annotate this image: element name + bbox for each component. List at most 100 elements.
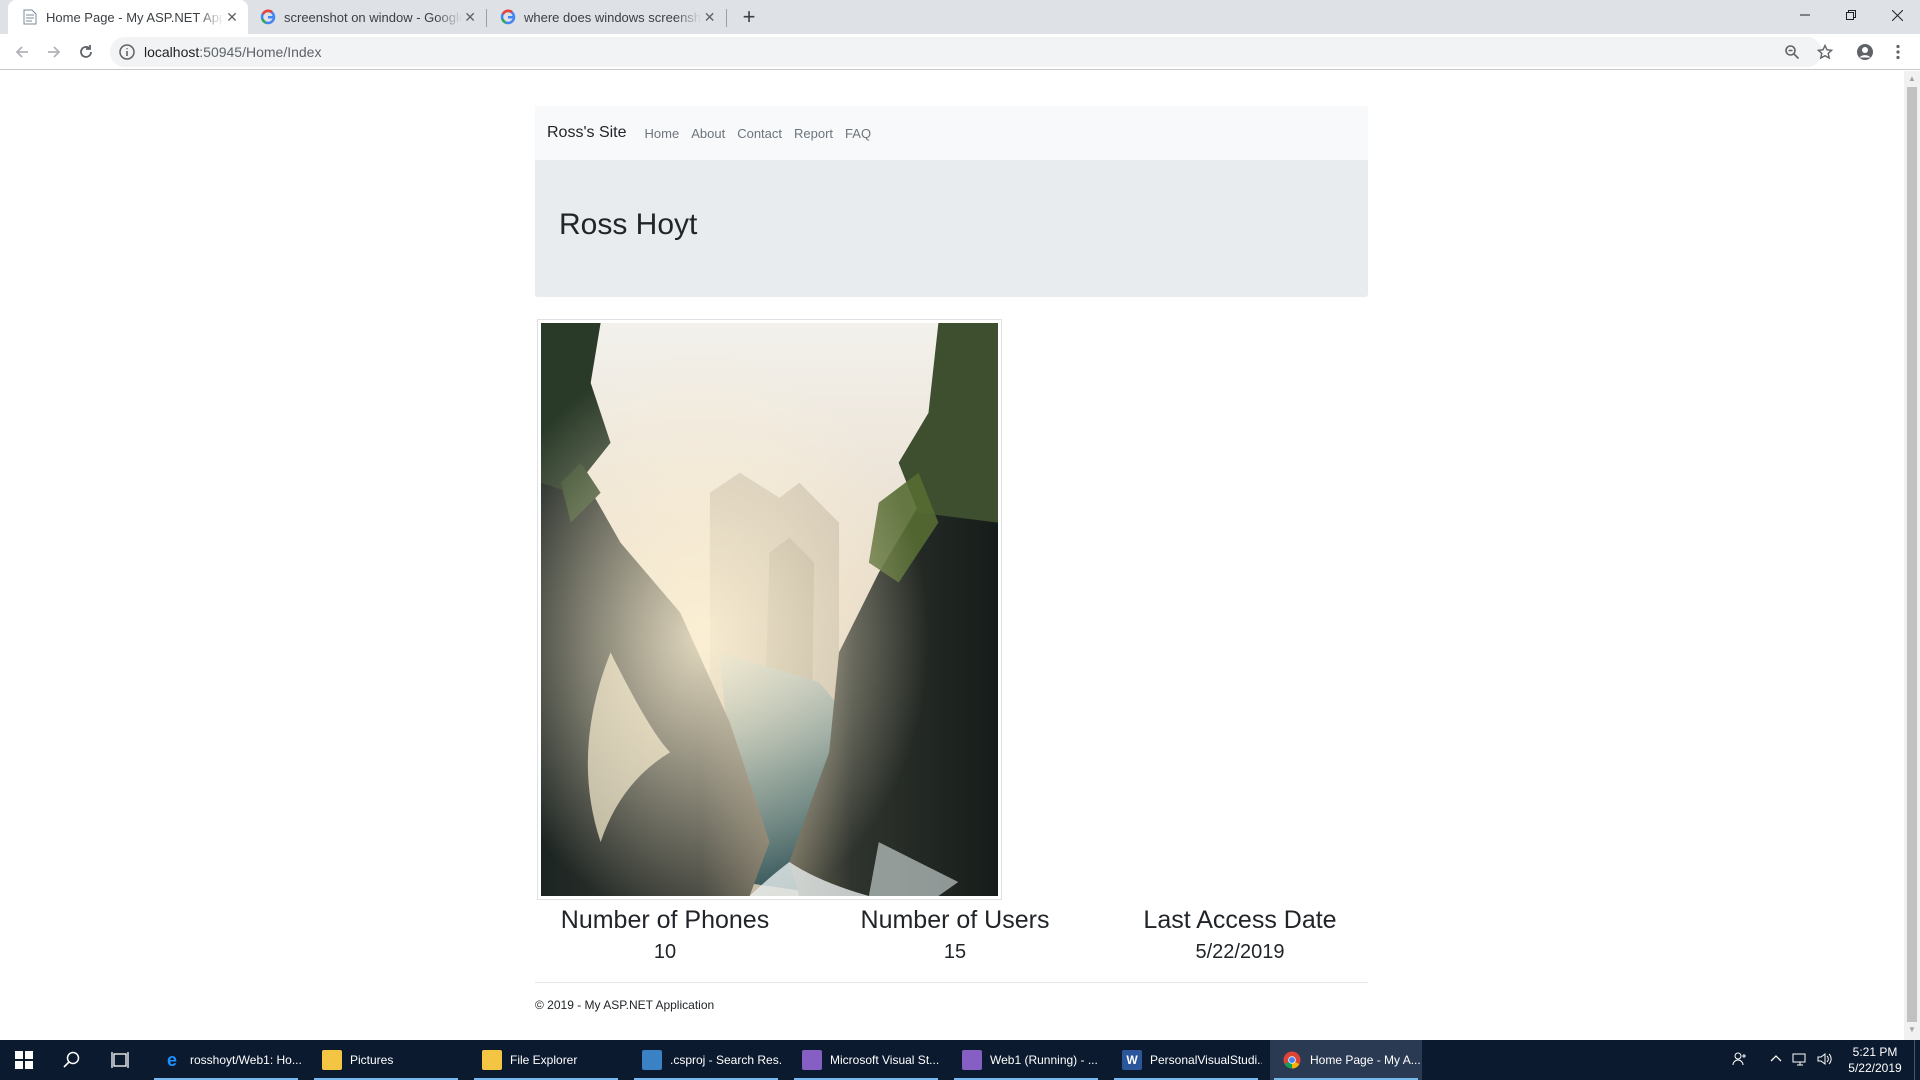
- chrome-icon: [1282, 1050, 1302, 1070]
- jumbotron: Ross Hoyt: [535, 160, 1368, 297]
- stat-value: 15: [943, 941, 967, 963]
- minimize-icon: [1800, 14, 1810, 16]
- taskbar-item-word[interactable]: W PersonalVisualStudi...: [1110, 1040, 1262, 1080]
- taskbar-item-label: Pictures: [350, 1053, 394, 1067]
- taskbar-item-visual-studio[interactable]: Microsoft Visual St...: [790, 1040, 942, 1080]
- site-navbar: Ross's Site Home About Contact Report FA…: [535, 106, 1368, 160]
- restore-icon: [1846, 10, 1856, 20]
- stat-value: 10: [653, 941, 677, 963]
- taskbar-search-button[interactable]: [48, 1040, 96, 1080]
- network-people-icon[interactable]: [1732, 1051, 1748, 1070]
- scroll-up-arrow-icon[interactable]: ▲: [1908, 75, 1916, 83]
- close-tab-icon[interactable]: ✕: [462, 7, 478, 27]
- back-button[interactable]: [8, 38, 36, 66]
- stat-users: Number of Users 15: [825, 906, 1085, 964]
- chevron-up-icon[interactable]: [1770, 1053, 1782, 1068]
- stat-label: Last Access Date: [1143, 906, 1337, 934]
- forward-arrow-icon: [48, 46, 61, 58]
- clock-date: 5/22/2019: [1848, 1061, 1902, 1075]
- browser-tab-home-page[interactable]: Home Page - My ASP.NET Application ✕: [8, 0, 248, 34]
- network-icon[interactable]: [1792, 1051, 1808, 1070]
- browser-tab-google-search-1[interactable]: screenshot on window - Google Search ✕: [248, 0, 486, 34]
- taskbar-item-label: File Explorer: [510, 1053, 578, 1067]
- profile-avatar-icon[interactable]: [1855, 42, 1875, 62]
- tab-separator: [486, 9, 487, 27]
- scroll-down-arrow-icon[interactable]: ▼: [1908, 1026, 1916, 1034]
- word-icon: W: [1122, 1050, 1142, 1070]
- tab-title: where does windows screenshots go: [524, 9, 702, 25]
- nav-link-faq[interactable]: FAQ: [845, 126, 871, 141]
- address-bar[interactable]: localhost:50945/Home/Index: [110, 37, 1822, 67]
- page-title: Ross Hoyt: [559, 208, 698, 241]
- site-brand-link[interactable]: Ross's Site: [547, 124, 627, 142]
- system-tray: 5:21 PM 5/22/2019: [1732, 1040, 1920, 1080]
- window-close-button[interactable]: [1874, 0, 1920, 30]
- restore-button[interactable]: [1828, 0, 1874, 30]
- folder-icon: [322, 1050, 342, 1070]
- close-tab-icon[interactable]: ✕: [701, 7, 718, 27]
- close-icon: [1891, 9, 1903, 21]
- taskbar-item-label: Microsoft Visual St...: [830, 1053, 940, 1067]
- taskbar-item-pictures[interactable]: Pictures: [310, 1040, 462, 1080]
- browser-tab-strip: Home Page - My ASP.NET Application ✕ scr…: [0, 0, 1920, 34]
- stat-phones: Number of Phones 10: [535, 906, 795, 964]
- bookmark-star-icon[interactable]: [1815, 42, 1835, 62]
- site-container: Ross's Site Home About Contact Report FA…: [535, 106, 1368, 1012]
- browser-toolbar: localhost:50945/Home/Index: [0, 34, 1920, 70]
- taskbar-item-label: .csproj - Search Res...: [670, 1053, 782, 1067]
- taskbar-item-chrome[interactable]: Home Page - My A...: [1270, 1040, 1422, 1080]
- stats-row: Number of Phones 10 Number of Users 15 L…: [535, 906, 1368, 970]
- browser-tab-google-search-2[interactable]: where does windows screenshots go ✕: [488, 0, 726, 34]
- task-view-button[interactable]: [96, 1040, 144, 1080]
- volume-icon[interactable]: [1816, 1051, 1832, 1070]
- visual-studio-icon: [962, 1050, 982, 1070]
- coastal-gorge-photo: [537, 319, 1002, 900]
- minimize-button[interactable]: [1782, 0, 1828, 30]
- reload-button[interactable]: [72, 38, 100, 66]
- nav-link-home[interactable]: Home: [645, 126, 680, 141]
- new-tab-button[interactable]: +: [736, 4, 762, 30]
- nav-link-report[interactable]: Report: [794, 126, 833, 141]
- search-results-icon: [642, 1050, 662, 1070]
- edge-icon: e: [166, 1049, 177, 1070]
- footer-divider: [535, 982, 1368, 983]
- task-view-icon: [111, 1052, 129, 1068]
- menu-kebab-icon[interactable]: [1888, 42, 1908, 62]
- taskbar-item-label: Home Page - My A...: [1310, 1053, 1421, 1067]
- windows-taskbar: e rosshoyt/Web1: Ho... Pictures File Exp…: [0, 1040, 1920, 1080]
- stat-value: 5/22/2019: [1195, 941, 1285, 963]
- stat-label: Number of Phones: [560, 906, 770, 934]
- nav-link-contact[interactable]: Contact: [737, 126, 782, 141]
- scroll-thumb[interactable]: [1907, 87, 1917, 1022]
- forward-button[interactable]: [40, 38, 68, 66]
- system-clock[interactable]: 5:21 PM 5/22/2019: [1840, 1044, 1910, 1076]
- zoom-icon[interactable]: [1782, 42, 1802, 62]
- google-icon: [500, 9, 516, 25]
- reload-icon: [80, 45, 92, 58]
- footer-copyright: © 2019 - My ASP.NET Application: [535, 998, 715, 1012]
- taskbar-item-label: rosshoyt/Web1: Ho...: [190, 1053, 302, 1067]
- stat-last-access: Last Access Date 5/22/2019: [1110, 906, 1370, 964]
- taskbar-item-label: Web1 (Running) - ...: [990, 1053, 1098, 1067]
- page-scrollbar[interactable]: ▲ ▼: [1904, 71, 1920, 1040]
- taskbar-item-edge[interactable]: e rosshoyt/Web1: Ho...: [150, 1040, 302, 1080]
- google-icon: [260, 9, 276, 25]
- info-icon[interactable]: [118, 43, 136, 61]
- windows-logo-icon: [15, 1051, 33, 1069]
- tab-separator: [726, 9, 727, 27]
- taskbar-item-file-explorer[interactable]: File Explorer: [470, 1040, 622, 1080]
- page-viewport: Ross's Site Home About Contact Report FA…: [0, 71, 1904, 1040]
- tab-title: screenshot on window - Google Search: [284, 9, 463, 25]
- visual-studio-icon: [802, 1050, 822, 1070]
- nav-link-about[interactable]: About: [691, 126, 725, 141]
- taskbar-item-search-results[interactable]: .csproj - Search Res...: [630, 1040, 782, 1080]
- start-button[interactable]: [0, 1040, 48, 1080]
- document-icon: [22, 9, 38, 25]
- back-arrow-icon: [15, 46, 28, 58]
- stat-label: Number of Users: [860, 906, 1050, 934]
- show-desktop-button[interactable]: [1914, 1040, 1920, 1080]
- close-tab-icon[interactable]: ✕: [224, 7, 240, 27]
- taskbar-item-web1-running[interactable]: Web1 (Running) - ...: [950, 1040, 1102, 1080]
- url-path: :50945/Home/Index: [199, 44, 322, 60]
- url-host: localhost: [144, 44, 200, 60]
